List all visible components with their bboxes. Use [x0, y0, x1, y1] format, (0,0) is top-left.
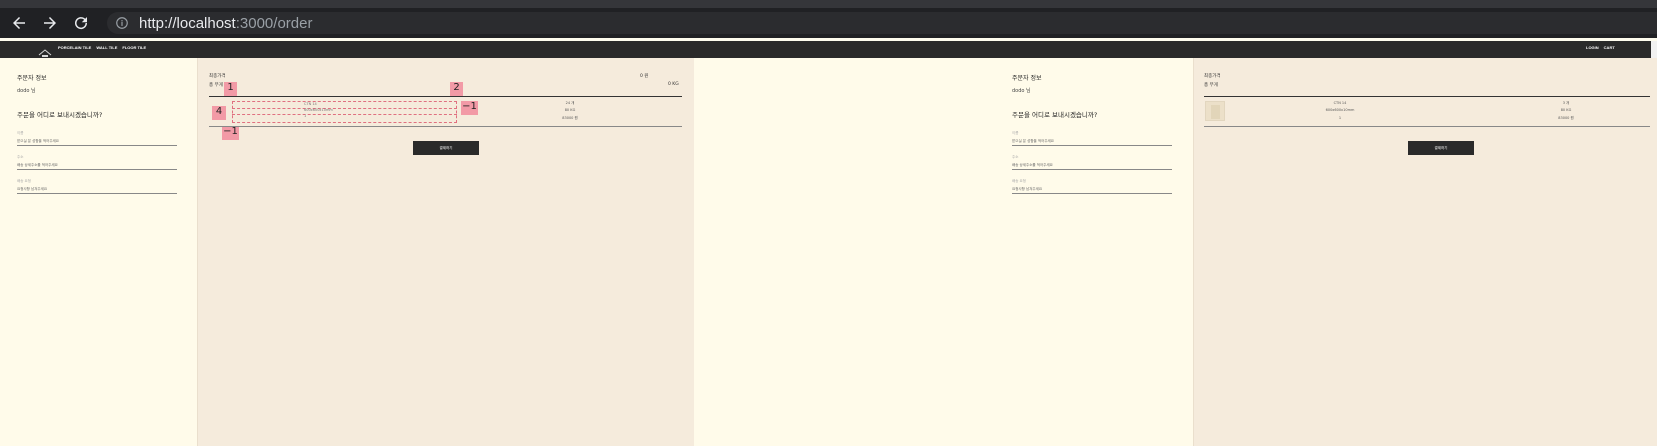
item-weight: 80 KG	[1560, 108, 1572, 112]
item-price: 83000 원	[1558, 116, 1574, 120]
request-label: 배송 요청	[1012, 179, 1026, 183]
back-arrow-icon[interactable]	[7, 11, 31, 35]
request-input[interactable]: 요청사항 남겨주세요	[17, 185, 177, 194]
nav-porcelain-tile[interactable]: PORCELAIN TILE	[58, 45, 91, 50]
request-label: 배송 요청	[17, 179, 31, 183]
product-thumbnail[interactable]	[1205, 101, 1225, 121]
debug-tag: 2	[450, 82, 463, 96]
name-label: 이름	[17, 131, 24, 135]
item-size: 600x600x10mm	[304, 108, 333, 112]
total-price-label: 최종가격	[209, 74, 226, 79]
url-text[interactable]: http://localhost:3000/order	[139, 15, 312, 32]
orderer-name: dodo 님	[1012, 88, 1031, 94]
debug-dash-line	[232, 108, 457, 109]
item-name: CTN 14	[1333, 101, 1347, 105]
info-icon[interactable]	[115, 16, 129, 30]
nav-wall-tile[interactable]: WALL TILE	[96, 45, 117, 50]
nav-floor-tile[interactable]: FLOOR TILE	[122, 45, 146, 50]
name-label: 이름	[1012, 131, 1019, 135]
blank-area	[694, 58, 994, 446]
total-weight-label: 총 무게	[209, 83, 223, 88]
request-input[interactable]: 요청사항 남겨주세요	[1012, 185, 1172, 194]
total-price-value: 0 원	[640, 74, 649, 79]
debug-tag: 1	[224, 82, 237, 96]
total-weight-label: 총 무게	[1204, 83, 1218, 88]
summary-divider	[1204, 96, 1650, 97]
forward-arrow-icon[interactable]	[38, 11, 62, 35]
name-input[interactable]: 받으실 분 성함을 적어주세요	[1012, 137, 1172, 146]
debug-tag: −1	[222, 126, 239, 140]
item-divider	[209, 126, 682, 127]
pay-button[interactable]: 결제하기	[413, 141, 479, 155]
item-qty: 1	[304, 114, 307, 118]
browser-toolbar: http://localhost:3000/order	[0, 8, 1657, 38]
item-size: 600x600x10mm	[1325, 108, 1355, 112]
summary-divider	[209, 96, 682, 97]
debug-item-box	[232, 101, 457, 123]
total-price-label: 최종가격	[1204, 74, 1221, 79]
reload-icon[interactable]	[69, 11, 93, 35]
address-label: 주소	[1012, 155, 1019, 159]
tab-strip	[0, 0, 1657, 8]
item-divider	[1204, 126, 1650, 127]
address-input[interactable]: 배송 상세주소를 적어주세요	[1012, 161, 1172, 170]
debug-tag: 4	[212, 106, 226, 120]
debug-dash-line	[232, 114, 457, 115]
item-count: 3 개	[1562, 101, 1570, 105]
shipping-question: 주문을 어디로 보내시겠습니까?	[17, 111, 103, 119]
scrollbar[interactable]	[1651, 41, 1657, 58]
item-name: CTN 14	[304, 102, 317, 106]
debug-tag: −1	[461, 101, 478, 115]
orderer-title: 주문자 정보	[1012, 75, 1042, 82]
item-price: 83000 원	[562, 116, 578, 120]
nav-login[interactable]: LOGIN	[1586, 45, 1599, 50]
orderer-title: 주문자 정보	[17, 75, 47, 82]
address-input[interactable]: 배송 상세주소를 적어주세요	[17, 161, 177, 170]
address-bar[interactable]: http://localhost:3000/order	[107, 12, 1657, 34]
name-input[interactable]: 받으실 분 성함을 적어주세요	[17, 137, 177, 146]
item-qty: 1	[1338, 116, 1342, 120]
address-label: 주소	[17, 155, 24, 159]
orderer-name: dodo 님	[17, 88, 36, 94]
nav-cart[interactable]: CART	[1604, 45, 1615, 50]
item-weight: 80 KG	[564, 108, 576, 112]
total-weight-value: 0 KG	[668, 82, 679, 87]
item-count: 24 개	[565, 101, 575, 105]
pay-button[interactable]: 결제하기	[1408, 141, 1474, 155]
site-navbar: PORCELAIN TILE WALL TILE FLOOR TILE LOGI…	[0, 41, 1657, 58]
logo-icon[interactable]	[38, 43, 52, 57]
shipping-question: 주문을 어디로 보내시겠습니까?	[1012, 111, 1098, 119]
